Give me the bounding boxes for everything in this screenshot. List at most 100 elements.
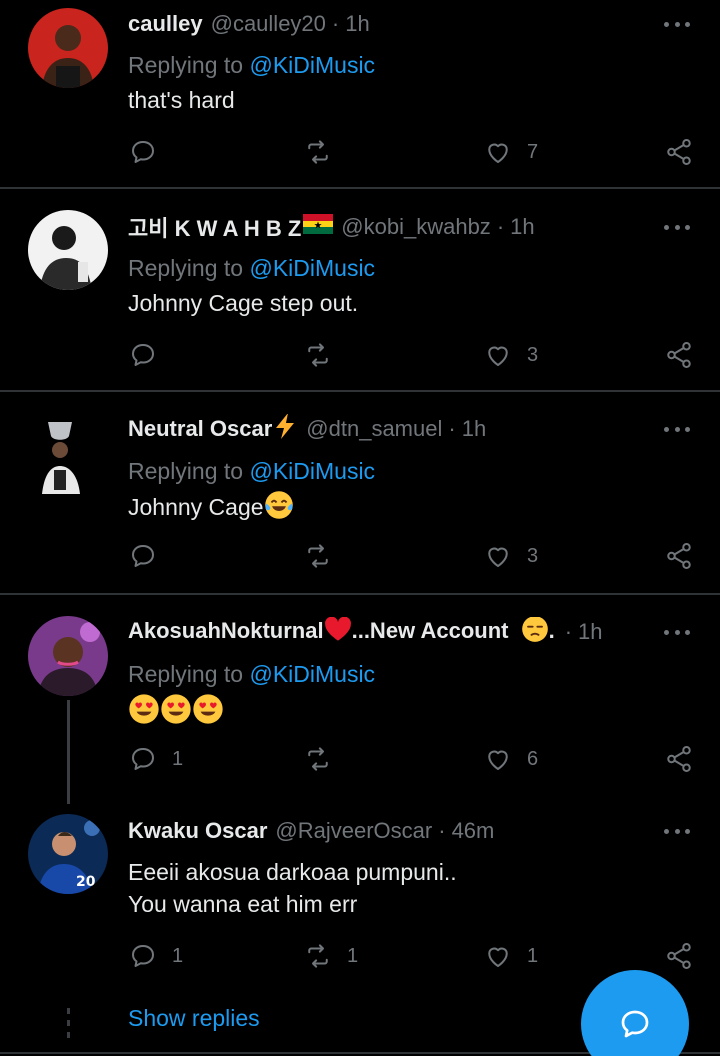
heart-icon [483, 941, 513, 971]
share-icon [664, 340, 694, 370]
display-name[interactable]: AkosuahNokturnal ...New Account . [128, 617, 555, 647]
replying-to-label: Replying to [128, 661, 250, 687]
tweet-text: that's hard [128, 87, 235, 113]
tears-of-joy-icon [264, 490, 294, 528]
heart-icon [483, 137, 513, 167]
tweet-header: 고비 K W A H B Z @kobi_kwahbz · 1h [128, 212, 640, 242]
reply-icon [128, 541, 158, 571]
mention-link[interactable]: @KiDiMusic [249, 458, 375, 484]
timestamp[interactable]: 46m [452, 818, 495, 844]
share-button[interactable] [664, 940, 694, 972]
reply-icon [128, 744, 158, 774]
display-name-part1: AkosuahNokturnal [128, 617, 324, 643]
timestamp[interactable]: 1h [510, 214, 534, 240]
reply-button[interactable] [128, 339, 158, 371]
more-options-icon[interactable] [664, 9, 690, 39]
display-name[interactable]: Kwaku Oscar [128, 818, 267, 844]
user-handle[interactable]: @dtn_samuel [306, 416, 442, 442]
tweet-text-content: Johnny Cage [128, 494, 264, 521]
reply-button[interactable] [128, 136, 158, 168]
tweet-header: AkosuahNokturnal ...New Account . · 1h [128, 617, 630, 647]
pensive-face-icon [521, 617, 549, 647]
action-bar: 1 1 1 [128, 940, 694, 972]
tweet-header: Kwaku Oscar @RajveerOscar · 46m [128, 816, 640, 846]
avatar[interactable]: 20 [28, 814, 108, 894]
like-button[interactable]: 7 [483, 136, 538, 168]
mention-link[interactable]: @KiDiMusic [249, 255, 375, 281]
tweet-text: Johnny Cage [128, 490, 294, 528]
tweet-text-line1: Eeeii akosua darkoaa pumpuni.. [128, 859, 457, 885]
avatar[interactable] [28, 616, 108, 696]
reply-icon [128, 340, 158, 370]
red-heart-icon [324, 617, 352, 647]
separator-dot: · [564, 619, 573, 644]
share-button[interactable] [664, 743, 694, 775]
display-name[interactable]: caulley [128, 11, 203, 37]
user-handle[interactable]: @caulley20 [211, 11, 326, 37]
retweet-button[interactable] [303, 339, 333, 371]
like-count: 1 [527, 944, 539, 967]
tweet-kobi-kwahbz[interactable]: 고비 K W A H B Z @kobi_kwahbz · 1h Replyin… [0, 189, 720, 389]
avatar[interactable] [28, 210, 108, 290]
share-icon [664, 541, 694, 571]
mention-link[interactable]: @KiDiMusic [249, 661, 375, 687]
display-name[interactable]: 고비 K W A H B Z [128, 212, 301, 242]
user-handle[interactable]: @RajveerOscar [275, 818, 432, 844]
tweet-neutral-oscar[interactable]: Neutral Oscar @dtn_samuel · 1h Replying … [0, 392, 720, 592]
retweet-button[interactable] [303, 743, 333, 775]
share-button[interactable] [664, 540, 694, 572]
avatar[interactable] [28, 8, 108, 88]
like-count: 3 [527, 544, 539, 567]
share-button[interactable] [664, 339, 694, 371]
ghana-flag-icon [303, 214, 334, 240]
svg-text:20: 20 [76, 874, 96, 890]
retweet-button[interactable]: 1 [303, 940, 358, 972]
like-button[interactable]: 1 [483, 940, 538, 972]
like-count: 6 [527, 747, 539, 770]
heart-icon [483, 340, 513, 370]
avatar[interactable] [28, 414, 108, 494]
retweet-count: 1 [347, 944, 359, 967]
retweet-button[interactable] [303, 136, 333, 168]
heart-eyes-icon [192, 693, 224, 725]
display-name[interactable]: Neutral Oscar [128, 416, 272, 442]
display-name-part2: ...New Account [351, 617, 509, 643]
separator-dot: · [448, 416, 456, 441]
timestamp[interactable]: 1h [462, 416, 486, 442]
tweet-header: Neutral Oscar @dtn_samuel · 1h [128, 414, 640, 444]
mention-link[interactable]: @KiDiMusic [249, 52, 375, 78]
retweet-button[interactable] [303, 540, 333, 572]
timestamp[interactable]: 1h [578, 619, 602, 645]
user-handle[interactable]: @kobi_kwahbz [341, 214, 491, 240]
like-button[interactable]: 3 [483, 540, 538, 572]
tweet-text: Johnny Cage step out. [128, 290, 359, 316]
tweet-kwaku-oscar[interactable]: 20 Kwaku Oscar @RajveerOscar · 46m Eeeii… [0, 800, 720, 990]
tweet-caulley[interactable]: caulley @caulley20 · 1h Replying to @KiD… [0, 0, 720, 188]
more-options-icon[interactable] [664, 617, 690, 647]
reply-button[interactable] [128, 540, 158, 572]
thread-dots [67, 1008, 70, 1044]
separator-dot: · [496, 214, 505, 239]
reply-compose-icon [621, 1010, 649, 1038]
share-button[interactable] [664, 136, 694, 168]
like-button[interactable]: 6 [483, 743, 538, 775]
retweet-icon [303, 541, 333, 571]
timestamp[interactable]: 1h [345, 11, 369, 37]
tweet-header: caulley @caulley20 · 1h [128, 9, 640, 39]
show-replies-link[interactable]: Show replies [128, 1005, 260, 1032]
like-button[interactable]: 3 [483, 339, 538, 371]
more-options-icon[interactable] [664, 414, 690, 444]
tweet-akosuah-nokturnal[interactable]: AkosuahNokturnal ...New Account . · 1h Re… [0, 595, 720, 795]
retweet-icon [303, 941, 333, 971]
action-bar: 1 6 [128, 743, 694, 775]
heart-eyes-icon [128, 693, 160, 725]
reply-icon [128, 941, 158, 971]
more-options-icon[interactable] [664, 212, 690, 242]
heart-icon [483, 744, 513, 774]
reply-button[interactable]: 1 [128, 940, 183, 972]
tweet-text-line2: You wanna eat him err [128, 891, 358, 917]
more-options-icon[interactable] [664, 816, 690, 846]
retweet-icon [303, 340, 333, 370]
reply-button[interactable]: 1 [128, 743, 183, 775]
action-bar: 3 [128, 339, 694, 371]
